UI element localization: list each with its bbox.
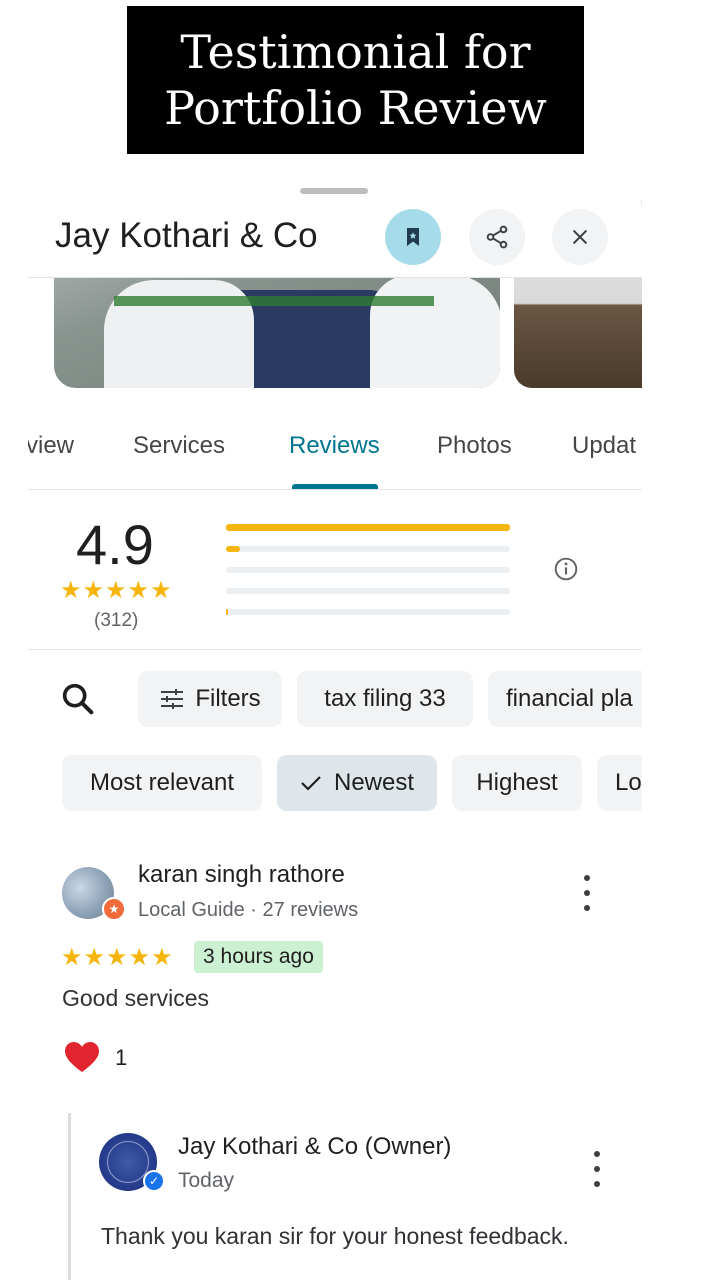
- like-count: 1: [115, 1045, 128, 1070]
- title-banner: Testimonial for Portfolio Review: [127, 6, 584, 154]
- sort-chip-label: Highest: [476, 769, 558, 796]
- close-icon: [572, 229, 588, 245]
- topic-chip-label: tax filing 33: [324, 685, 446, 712]
- rating-bar-1-star: [226, 609, 510, 615]
- review-card: ★ karan singh rathore Local Guide · 27 r…: [0, 855, 711, 1085]
- topic-chip-financial-planning[interactable]: financial pla: [488, 671, 642, 727]
- owner-reply-text: Thank you karan sir for your honest feed…: [101, 1223, 569, 1249]
- review-time-badge: 3 hours ago: [194, 941, 323, 973]
- sort-most-relevant[interactable]: Most relevant: [62, 755, 262, 811]
- share-icon: [486, 225, 508, 249]
- heart-icon[interactable]: [64, 1041, 100, 1073]
- review-stars: ★★★★★: [61, 944, 174, 971]
- review-more-options-icon[interactable]: [577, 875, 597, 911]
- rating-bar-fill: [226, 546, 241, 552]
- sort-chip-label: Most relevant: [89, 769, 235, 796]
- reply-more-options-icon[interactable]: [587, 1151, 607, 1187]
- place-title: Jay Kothari & Co: [55, 216, 318, 255]
- tab-updates[interactable]: Updat: [572, 432, 636, 460]
- drag-handle[interactable]: [300, 188, 368, 194]
- review-sort-row: Most relevant Newest Highest Lo: [28, 755, 642, 811]
- sort-newest[interactable]: Newest: [277, 755, 437, 811]
- banner-line-1: Testimonial for: [180, 25, 531, 79]
- close-button[interactable]: [552, 209, 608, 265]
- reviewer-meta: Local Guide · 27 reviews: [138, 899, 359, 921]
- sort-chip-label: Lo: [615, 769, 642, 796]
- tab-photos[interactable]: Photos: [437, 432, 512, 460]
- active-tab-indicator: [292, 484, 378, 489]
- rating-bar-2-star: [226, 588, 510, 594]
- sort-lowest[interactable]: Lo: [597, 755, 642, 811]
- topic-chip-tax-filing[interactable]: tax filing 33: [297, 671, 473, 727]
- tab-overview[interactable]: view: [28, 432, 74, 460]
- review-filter-row: Filters tax filing 33 financial pla: [28, 671, 642, 727]
- check-icon: [301, 776, 321, 791]
- owner-reply: ✓ Jay Kothari & Co (Owner) Today Thank y…: [68, 1113, 711, 1280]
- rating-bar-4-star: [226, 546, 510, 552]
- rating-bar-5-star: [226, 524, 510, 531]
- save-button[interactable]: [385, 209, 441, 265]
- review-count: (312): [94, 610, 139, 631]
- filters-chip-label: Filters: [195, 685, 261, 712]
- sort-highest[interactable]: Highest: [452, 755, 582, 811]
- tab-reviews[interactable]: Reviews: [289, 432, 380, 460]
- rating-bar-fill: [226, 524, 510, 531]
- share-button[interactable]: [469, 209, 525, 265]
- rating-stars: ★★★★★: [60, 577, 173, 604]
- rating-bar-3-star: [226, 567, 510, 573]
- place-tabs: view Services Reviews Photos Updat: [28, 412, 642, 490]
- place-sheet-header: Jay Kothari & Co: [28, 180, 642, 278]
- average-rating: 4.9: [76, 513, 154, 576]
- verified-badge-icon: ✓: [143, 1170, 165, 1192]
- banner-line-2: Portfolio Review: [164, 81, 547, 135]
- owner-name: Jay Kothari & Co (Owner): [178, 1133, 452, 1160]
- bookmark-icon: [407, 228, 419, 246]
- tab-services[interactable]: Services: [133, 432, 225, 460]
- filters-chip[interactable]: Filters: [138, 671, 282, 727]
- rating-summary: 4.9 ★★★★★ (312): [28, 490, 642, 650]
- rating-bar-fill: [226, 609, 228, 615]
- review-text: Good services: [62, 985, 210, 1011]
- sliders-icon: [161, 689, 184, 709]
- owner-reply-time: Today: [178, 1169, 235, 1192]
- reviewer-name[interactable]: karan singh rathore: [138, 861, 345, 889]
- topic-chip-label: financial pla: [506, 685, 633, 712]
- search-icon[interactable]: [58, 679, 98, 719]
- info-icon[interactable]: [553, 556, 579, 582]
- local-guide-badge-icon: ★: [102, 897, 126, 921]
- sort-chip-label: Newest: [333, 769, 415, 796]
